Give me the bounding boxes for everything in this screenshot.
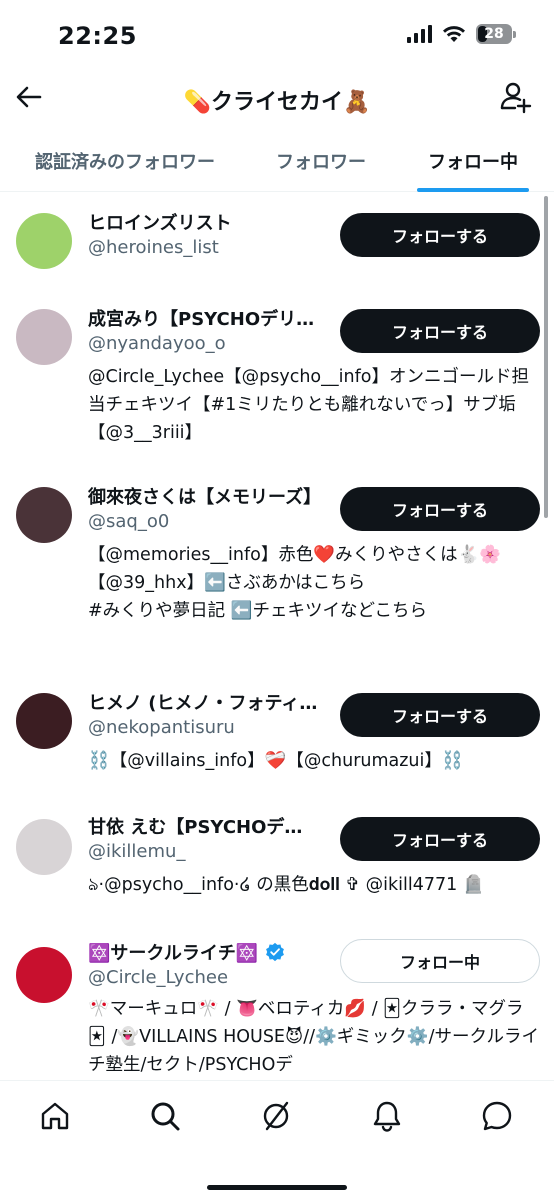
bottom-nav [0, 1080, 554, 1199]
user-bio: ঌ·@psycho__info·໒ の黒色𝐝𝐨𝐥𝐥 ✞ @ikill4771 🪦 [88, 875, 485, 895]
avatar[interactable] [16, 819, 72, 875]
tab-following[interactable]: フォロー中 [392, 130, 554, 192]
avatar[interactable] [16, 947, 72, 1003]
user-name: ヒロインズリスト [88, 213, 232, 234]
tab-label: 認証済みのフォロワー [35, 152, 215, 173]
user-name: 甘依 えむ【PSYCHOデ… [88, 817, 303, 838]
list-item[interactable]: 御來夜さくは【メモリーズ】 @saq_o0 フォローする 【@memories_… [0, 469, 554, 675]
status-time: 22:25 [58, 22, 137, 50]
user-bio: ⛓️【@villains_info】❤️‍🩹【@churumazui】⛓️ [88, 751, 464, 771]
status-bar: 22:25 28 [0, 0, 554, 72]
avatar[interactable] [16, 693, 72, 749]
user-bio: @Circle_Lychee【@psycho__info】オンニゴールド担当チェ… [88, 367, 529, 443]
avatar[interactable] [16, 487, 72, 543]
messages-icon[interactable] [480, 1099, 514, 1133]
user-handle: @saq_o0 [88, 511, 170, 532]
verified-badge-icon [265, 942, 284, 962]
list-item[interactable]: ヒメノ (ヒメノ・フォティ… @nekopantisuru フォローする ⛓️【… [0, 675, 554, 797]
user-bio: 🎌マーキュロ🎌 / 👅ベロティカ💋 / 🃏クララ・マグラ🃏 /👻VILLAINS… [88, 999, 539, 1075]
status-icons: 28 [407, 24, 516, 44]
user-name: ヒメノ (ヒメノ・フォティ… [88, 693, 318, 714]
follow-button[interactable]: フォローする [340, 817, 540, 861]
page-title: 💊クライセカイ🧸 [183, 90, 371, 115]
follow-button[interactable]: フォローする [340, 693, 540, 737]
notifications-icon[interactable] [370, 1099, 404, 1133]
following-list: ヒロインズリスト @heroines_list フォローする 成宮みり【PSYC… [0, 193, 554, 1080]
user-handle: @nyandayoo_o [88, 333, 226, 354]
follow-button[interactable]: フォローする [340, 213, 540, 257]
avatar[interactable] [16, 213, 72, 269]
list-item[interactable]: 甘依 えむ【PSYCHOデ… @ikillemu_ フォローする ঌ·@psyc… [0, 797, 554, 923]
home-icon[interactable] [38, 1099, 72, 1133]
user-name-row: 🔯サークルライチ🔯 [88, 939, 328, 965]
user-handle: @ikillemu_ [88, 841, 186, 862]
header: 💊クライセカイ🧸 [0, 72, 554, 128]
user-handle: @heroines_list [88, 237, 219, 258]
list-item[interactable]: ヒロインズリスト @heroines_list フォローする [0, 193, 554, 291]
battery-icon: 28 [476, 24, 516, 44]
grok-icon[interactable] [260, 1099, 294, 1133]
user-name: 🔯サークルライチ🔯 [88, 943, 259, 964]
following-button[interactable]: フォロー中 [340, 939, 540, 983]
user-name: 御來夜さくは【メモリーズ】 [88, 487, 322, 508]
user-bio: 【@memories__info】赤色❤️みくりやさくは🐇🌸 【@39_hhx】… [88, 545, 502, 621]
list-item[interactable]: 成宮みり【PSYCHOデリ… @nyandayoo_o フォローする @Circ… [0, 291, 554, 469]
search-icon[interactable] [148, 1099, 182, 1133]
add-user-icon[interactable] [498, 80, 532, 114]
user-handle: @nekopantisuru [88, 717, 235, 738]
battery-level: 28 [484, 26, 504, 42]
user-handle: @Circle_Lychee [88, 967, 229, 988]
follow-button[interactable]: フォローする [340, 487, 540, 531]
follow-button[interactable]: フォローする [340, 309, 540, 353]
wifi-icon [443, 26, 465, 42]
list-item[interactable]: 🔯サークルライチ🔯 @Circle_Lychee フォロー中 🎌マーキュロ🎌 /… [0, 923, 554, 1080]
active-tab-indicator [417, 188, 529, 192]
user-name: 成宮みり【PSYCHOデリ… [88, 309, 315, 330]
tab-bar: 認証済みのフォロワー フォロワー フォロー中 [0, 130, 554, 192]
tab-followers[interactable]: フォロワー [250, 130, 392, 192]
cellular-signal-icon [407, 25, 432, 43]
tab-label: フォロワー [276, 152, 366, 173]
home-indicator [207, 1185, 347, 1190]
tab-label: フォロー中 [428, 152, 518, 173]
avatar[interactable] [16, 309, 72, 365]
tab-verified-followers[interactable]: 認証済みのフォロワー [0, 130, 250, 192]
